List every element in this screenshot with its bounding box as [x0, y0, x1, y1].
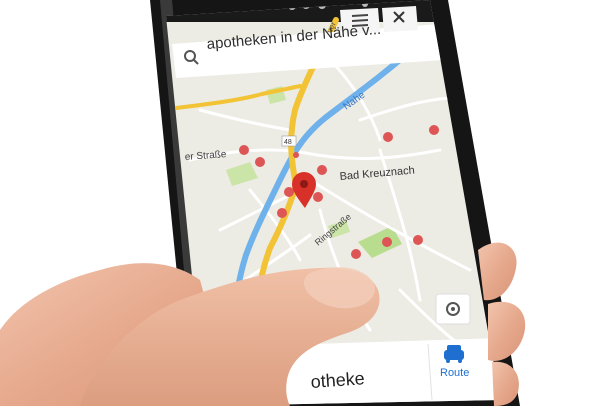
pharmacy-icon: [277, 208, 287, 218]
route-button[interactable]: Route: [440, 367, 469, 379]
pharmacy-icon: [429, 125, 439, 135]
pharmacy-icon: [284, 187, 294, 197]
photo-scene: Bad Kreuznach Nahe er Straße Ringstraße …: [0, 0, 526, 406]
pharmacy-icon: [313, 192, 323, 202]
pharmacy-icon: [383, 132, 393, 142]
pharmacy-icon: [239, 145, 249, 155]
my-location-icon: [451, 307, 455, 311]
pharmacy-icon: [382, 237, 392, 247]
pharmacy-icon: [255, 157, 265, 167]
hand-fingers-right: [478, 242, 517, 301]
route-number: 48: [284, 139, 292, 146]
pharmacy-icon: [413, 235, 423, 245]
pharmacy-icon: [293, 152, 299, 158]
pharmacy-icon: [351, 249, 361, 259]
hand-fingers-right: [488, 301, 526, 361]
pharmacy-icon: [317, 165, 327, 175]
place-name: otheke: [310, 368, 366, 392]
